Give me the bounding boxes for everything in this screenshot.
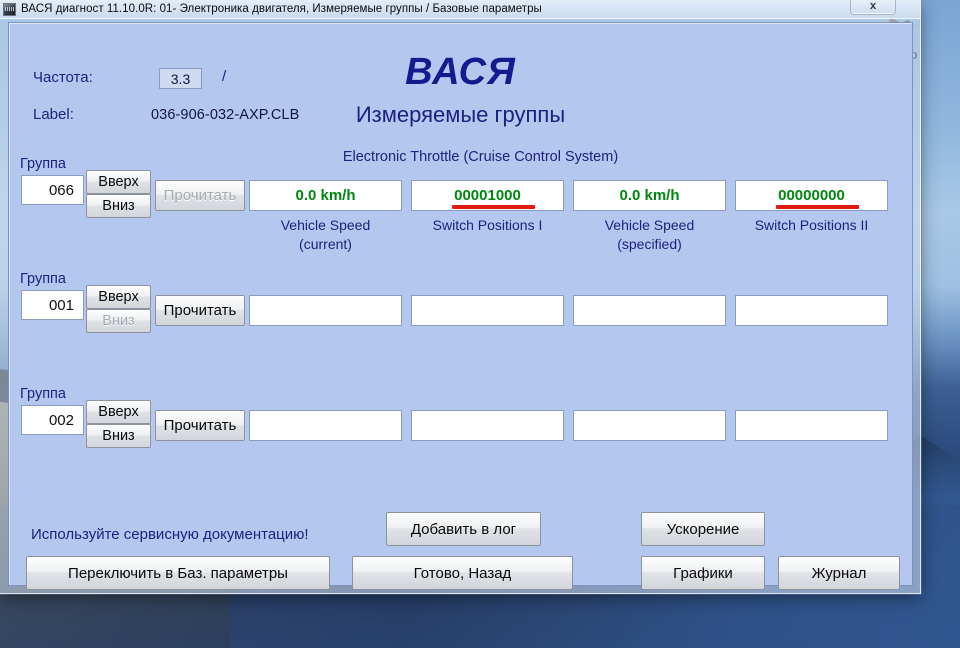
title-bar[interactable]: ВАСЯ диагност 11.10.0R: 01- Электроника … [0, 0, 920, 19]
group-up-button[interactable]: Вверх [86, 170, 151, 194]
group-caption: Группа [20, 271, 66, 287]
group-up-button[interactable]: Вверх [86, 400, 151, 424]
group-number-field[interactable]: 002 [21, 405, 84, 435]
value-text: 0.0 km/h [295, 187, 356, 204]
value-field: 00000000 [735, 180, 888, 211]
group-down-button: Вниз [86, 309, 151, 333]
field-label-line1: Vehicle Speed [604, 217, 695, 233]
group-caption: Группа [20, 156, 66, 172]
measuring-groups-dialog: Частота: 3.3 / Label: 036-906-032-AXP.CL… [8, 22, 913, 590]
value-field: 0.0 km/h [249, 180, 402, 211]
service-documentation-hint: Используйте сервисную документацию! [31, 526, 309, 543]
value-field [573, 410, 726, 441]
field-label-line1: Switch Positions II [754, 217, 869, 233]
app-icon [3, 2, 16, 16]
field-label: Vehicle Speed (current) [249, 216, 402, 254]
value-field [411, 295, 564, 326]
brand-title: ВАСЯ [405, 51, 516, 93]
value-text: 0.0 km/h [619, 187, 680, 204]
window-title: ВАСЯ диагност 11.10.0R: 01- Электроника … [21, 3, 542, 15]
application-window: ВАСЯ диагност 11.10.0R: 01- Электроника … [0, 0, 921, 594]
value-field [735, 410, 888, 441]
value-field [249, 295, 402, 326]
acceleration-button[interactable]: Ускорение [641, 512, 765, 546]
field-label-line2: (specified) [617, 236, 682, 252]
value-text-underlined: 00001000 [452, 187, 535, 209]
page-subtitle: Измеряемые группы [355, 102, 566, 127]
group-caption: Группа [20, 386, 66, 402]
close-button[interactable]: x [850, 0, 896, 15]
switch-to-basic-parameters-button[interactable]: Переключить в Баз. параметры [26, 556, 330, 590]
group-read-button[interactable]: Прочитать [155, 295, 245, 326]
graphs-button[interactable]: Графики [641, 556, 765, 590]
group-down-button[interactable]: Вниз [86, 424, 151, 448]
journal-button[interactable]: Журнал [778, 556, 900, 590]
field-label-line1: Switch Positions I [432, 217, 543, 233]
red-underline-annotation [776, 205, 859, 209]
section-title: Electronic Throttle (Cruise Control Syst… [342, 149, 619, 165]
field-label-line2: (current) [299, 236, 352, 252]
group-up-button[interactable]: Вверх [86, 285, 151, 309]
group-number-field[interactable]: 001 [21, 290, 84, 320]
group-read-button[interactable]: Прочитать [155, 410, 245, 441]
value-field: 0.0 km/h [573, 180, 726, 211]
value-field [249, 410, 402, 441]
field-label: Switch Positions II [735, 216, 888, 235]
value-field [573, 295, 726, 326]
add-to-log-button[interactable]: Добавить в лог [386, 512, 541, 546]
value-field [735, 295, 888, 326]
field-label: Vehicle Speed (specified) [573, 216, 726, 254]
group-down-button[interactable]: Вниз [86, 194, 151, 218]
done-back-button[interactable]: Готово, Назад [352, 556, 573, 590]
value-text: 00001000 [454, 187, 521, 204]
value-text: 00000000 [778, 187, 845, 204]
field-label: Switch Positions I [411, 216, 564, 235]
group-read-button: Прочитать [155, 180, 245, 211]
value-field [411, 410, 564, 441]
red-underline-annotation [452, 205, 535, 209]
group-number-field[interactable]: 066 [21, 175, 84, 205]
value-field: 00001000 [411, 180, 564, 211]
value-text-underlined: 00000000 [776, 187, 859, 209]
field-label-line1: Vehicle Speed [280, 217, 371, 233]
